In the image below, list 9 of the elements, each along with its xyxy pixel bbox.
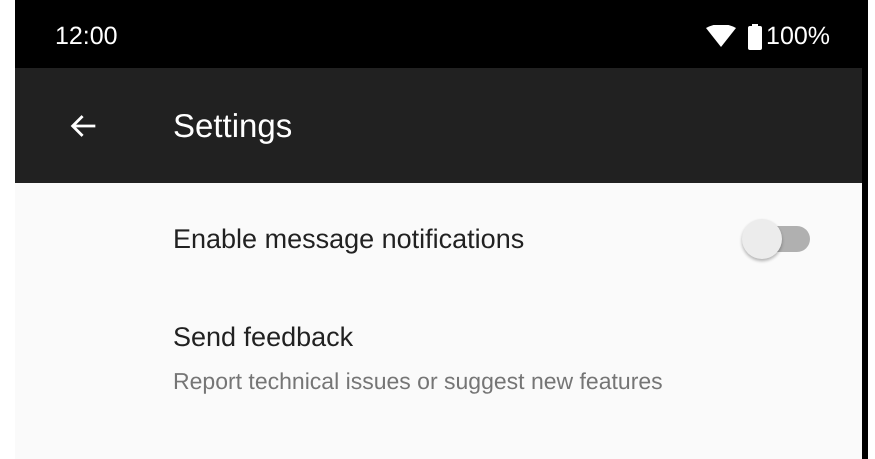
screen-title: Settings [173,106,292,146]
setting-title[interactable]: Send feedback [173,317,663,358]
setting-title[interactable]: Enable message notifications [173,218,524,260]
wifi-icon [706,24,736,48]
status-time: 12:00 [55,20,118,52]
setting-summary: Report technical issues or suggest new features [173,366,663,396]
battery-icon [748,24,762,50]
battery-percentage: 100% [766,20,830,52]
toggle-switch[interactable] [742,219,810,259]
